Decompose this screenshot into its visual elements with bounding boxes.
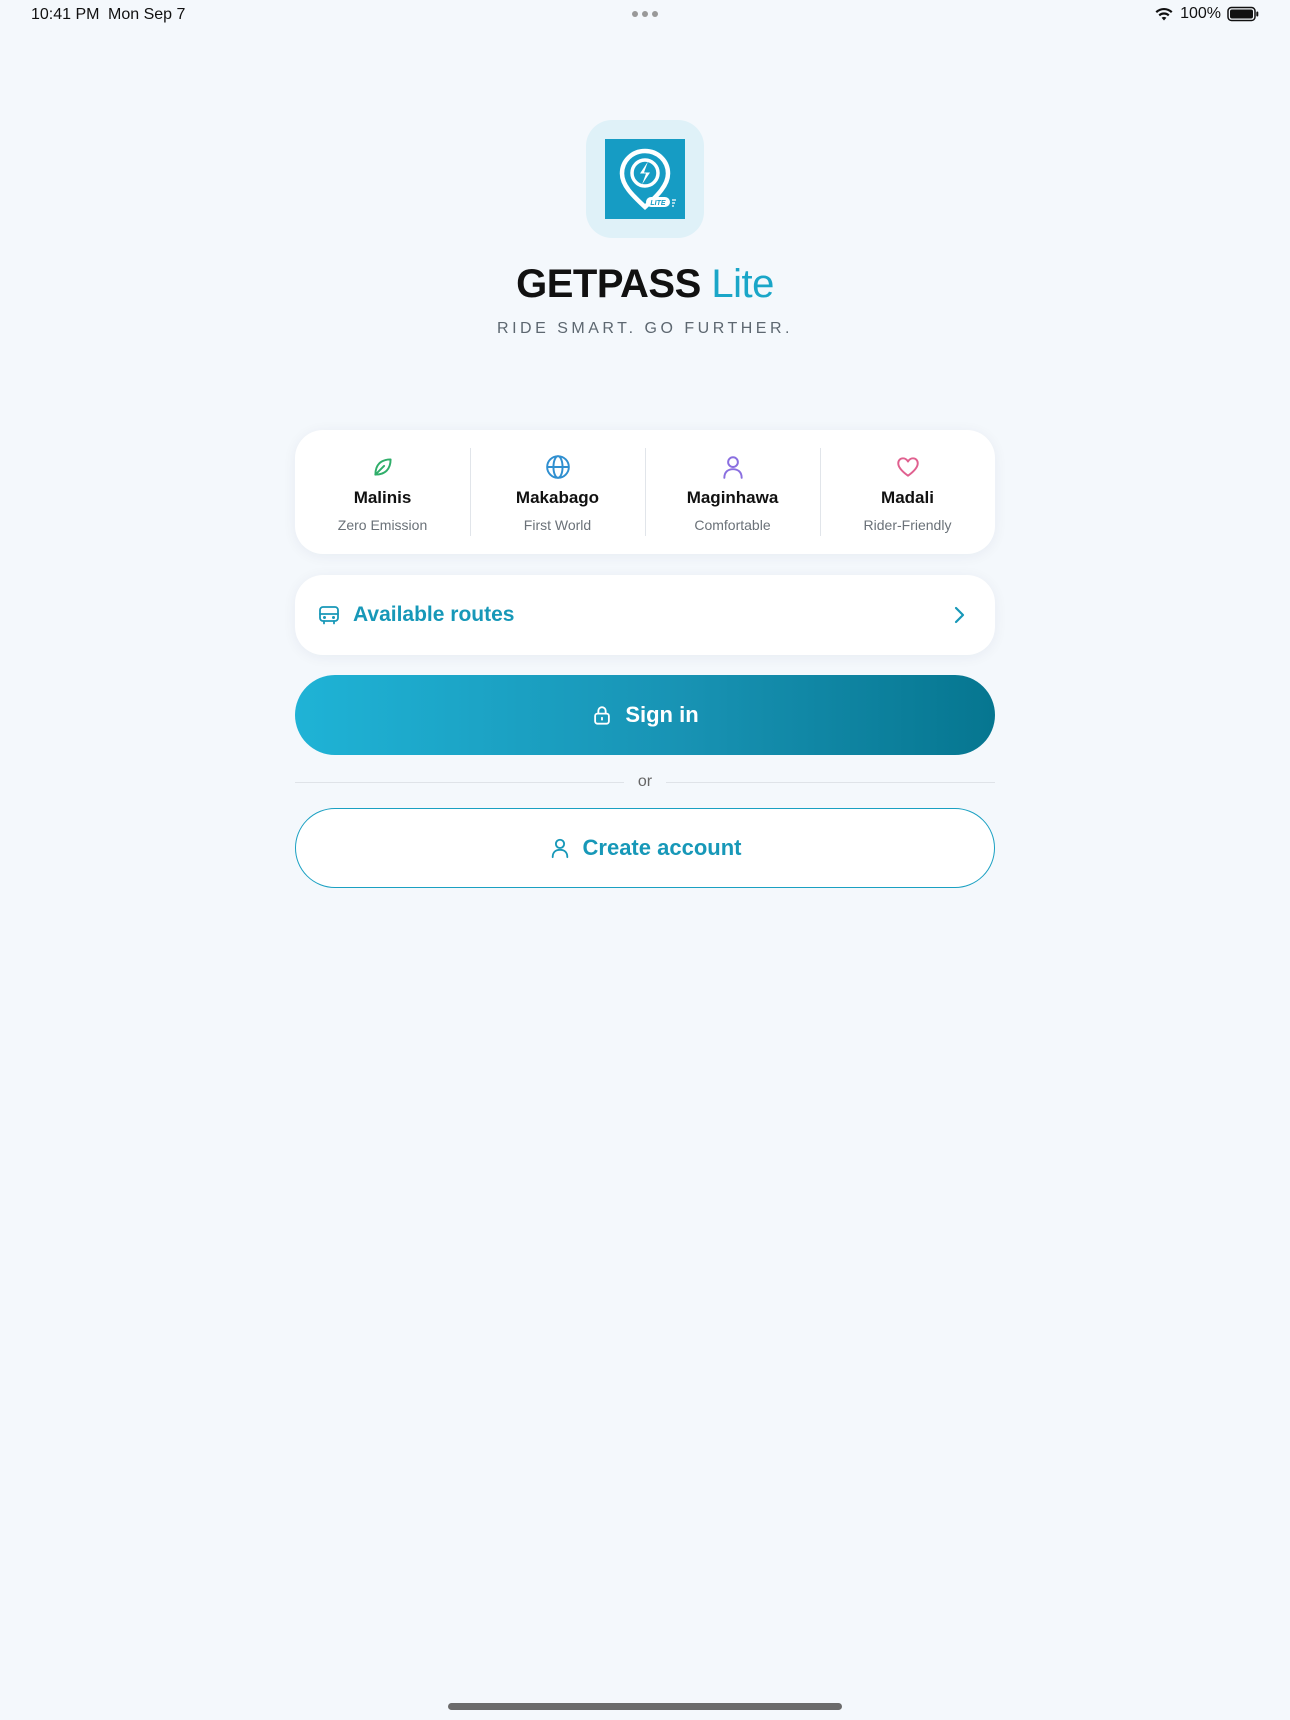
getpass-lite-logo-icon: LITE <box>605 139 685 219</box>
feature-subtitle: Zero Emission <box>337 517 428 533</box>
or-text: or <box>637 773 653 790</box>
available-routes-button[interactable]: Available routes <box>295 575 995 655</box>
app-title-main: GETPASS <box>516 262 701 306</box>
multitasking-dots-icon[interactable] <box>630 6 660 22</box>
status-date: Mon Sep 7 <box>108 6 186 23</box>
person-icon <box>551 838 568 859</box>
leaf-icon <box>370 454 396 480</box>
globe-icon <box>545 454 571 480</box>
feature-subtitle: Rider-Friendly <box>863 517 952 533</box>
app-title: GETPASS Lite <box>0 262 1290 307</box>
lock-icon <box>594 706 611 725</box>
status-time: 10:41 PM <box>31 6 100 23</box>
feature-madali: Madali Rider-Friendly <box>820 430 995 554</box>
create-account-button[interactable]: Create account <box>295 808 995 888</box>
chevron-right-icon <box>954 606 965 624</box>
battery-percentage: 100% <box>1180 5 1221 22</box>
svg-text:LITE: LITE <box>650 200 665 207</box>
feature-title: Maginhawa <box>686 488 779 507</box>
feature-subtitle: Comfortable <box>694 517 771 533</box>
divider-line <box>295 781 624 783</box>
wifi-icon <box>1155 7 1173 21</box>
feature-maginhawa: Maginhawa Comfortable <box>645 430 820 554</box>
available-routes-label: Available routes <box>353 603 515 626</box>
sign-in-button[interactable]: Sign in <box>295 675 995 755</box>
feature-title: Malinis <box>353 488 412 507</box>
battery-icon <box>1227 6 1259 22</box>
heart-icon <box>895 454 921 480</box>
feature-title: Makabago <box>515 488 600 507</box>
create-account-label: Create account <box>582 835 742 860</box>
sign-in-label: Sign in <box>625 702 699 727</box>
feature-makabago: Makabago First World <box>470 430 645 554</box>
home-indicator[interactable] <box>448 1703 842 1710</box>
app-title-accent: Lite <box>711 262 774 306</box>
status-indicators: 100% <box>1154 5 1259 23</box>
or-divider: or <box>295 770 996 794</box>
feature-subtitle: First World <box>523 517 592 533</box>
feature-malinis: Malinis Zero Emission <box>295 430 470 554</box>
bus-icon <box>319 606 339 625</box>
divider-line <box>666 781 996 783</box>
features-card: Malinis Zero Emission Makabago First Wor… <box>295 430 995 554</box>
person-icon <box>720 454 746 480</box>
feature-title: Madali <box>881 488 934 507</box>
app-tagline: RIDE SMART. GO FURTHER. <box>497 320 793 337</box>
app-logo: LITE <box>586 120 704 238</box>
status-bar: 10:41 PM Mon Sep 7 100% <box>0 0 1290 30</box>
